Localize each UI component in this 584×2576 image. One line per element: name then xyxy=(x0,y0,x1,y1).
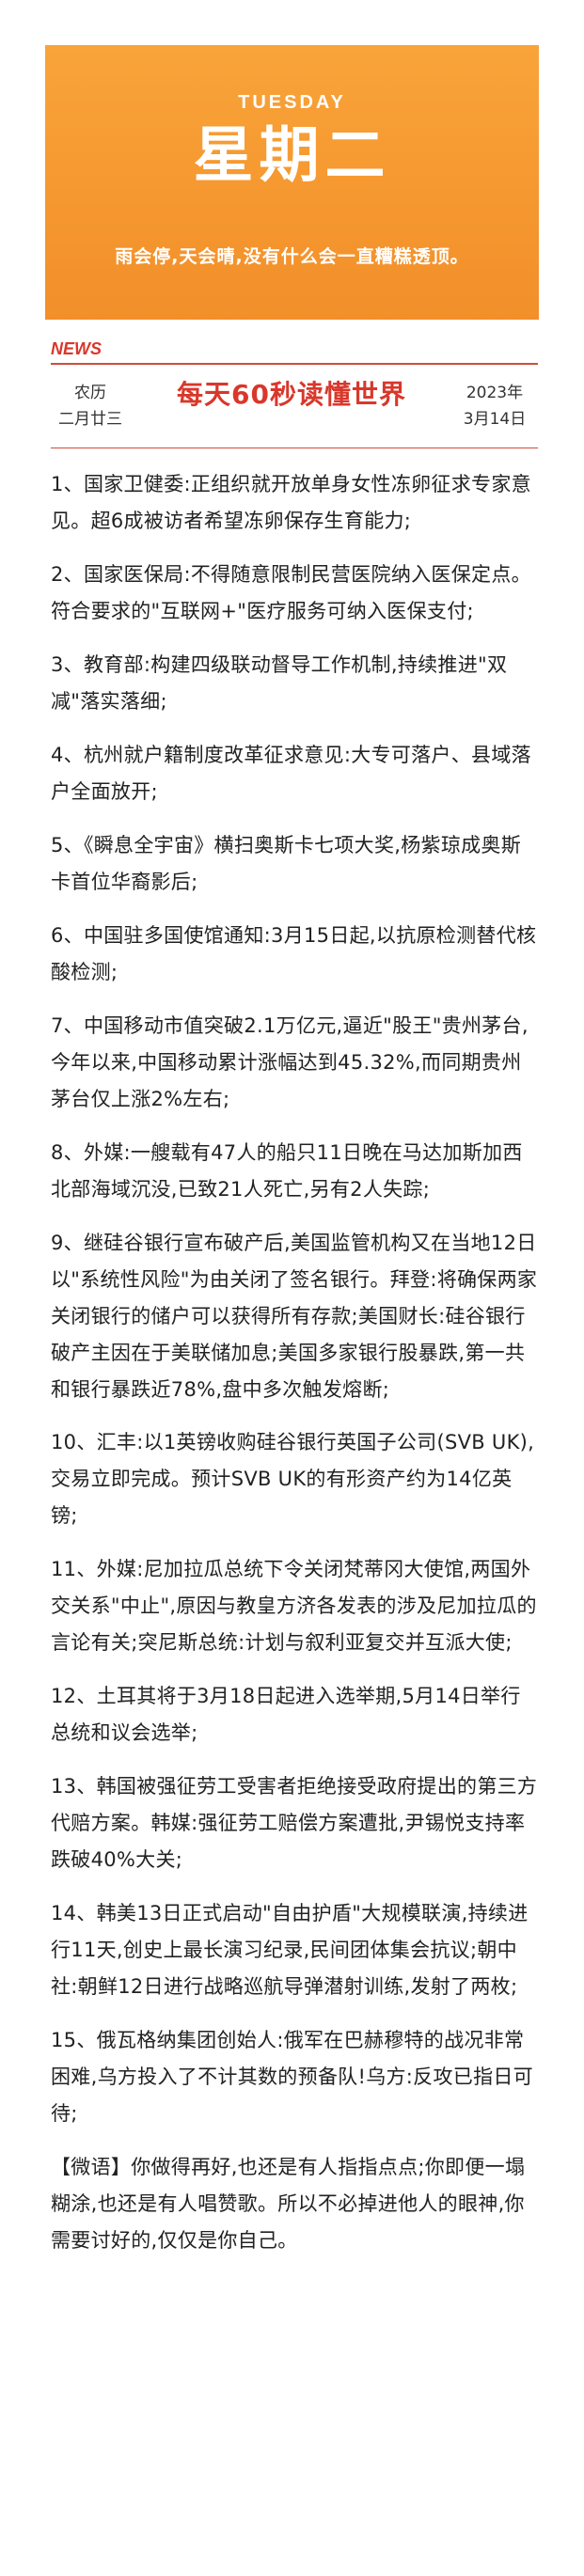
news-item: 4、杭州就户籍制度改革征求意见:大专可落户、县域落户全面放开; xyxy=(51,744,531,803)
news-item: 13、韩国被强征劳工受害者拒绝接受政府提出的第三方代赔方案。韩媒:强征劳工赔偿方… xyxy=(51,1775,538,1871)
gregorian-date: 2023年 3月14日 xyxy=(451,380,538,432)
motto: 雨会停,天会晴,没有什么会一直糟糕透顶。 xyxy=(115,246,469,267)
news-item: 2、国家医保局:不得随意限制民营医院纳入医保定点。符合要求的"互联网+"医疗服务… xyxy=(51,563,531,622)
news-item: 5、《瞬息全宇宙》横扫奥斯卡七项大奖,杨紫琼成奥斯卡首位华裔影后; xyxy=(51,834,522,893)
lunar-label: 农历 xyxy=(74,384,106,402)
news-item: 10、汇丰:以1英镑收购硅谷银行英国子公司(SVB UK),交易立即完成。预计S… xyxy=(51,1431,535,1527)
news-tag: NEWS xyxy=(51,339,102,358)
news-item: 6、中国驻多国使馆通知:3月15日起,以抗原检测替代核酸检测; xyxy=(51,924,537,983)
lunar-date: 农历 二月廿三 xyxy=(53,380,128,432)
news-item: 8、外媒:一艘载有47人的船只11日晚在马达加斯加西北部海域沉没,已致21人死亡… xyxy=(51,1141,523,1201)
masthead-title: 每天60秒读懂世界 xyxy=(177,379,406,410)
news-item: 7、中国移动市值突破2.1万亿元,逼近"股王"贵州茅台,今年以来,中国移动累计涨… xyxy=(51,1014,529,1110)
weekday-english: TUESDAY xyxy=(238,92,346,113)
news-list: 1、国家卫健委:正组织就开放单身女性冻卵征求专家意见。超6成被访者希望冻卵保存生… xyxy=(51,466,538,2276)
news-item: 12、土耳其将于3月18日起进入选举期,5月14日举行总统和议会选举; xyxy=(51,1685,521,1744)
hero-banner: TUESDAY 星期二 雨会停,天会晴,没有什么会一直糟糕透顶。 xyxy=(45,45,539,320)
news-item: 11、外媒:尼加拉瓜总统下令关闭梵蒂冈大使馆,两国外交关系"中止",原因与教皇方… xyxy=(51,1558,537,1654)
weekday-chinese: 星期二 xyxy=(193,121,391,191)
news-item: 15、俄瓦格纳集团创始人:俄军在巴赫穆特的战况非常困难,乌方投入了不计其数的预备… xyxy=(51,2029,533,2125)
news-item: 14、韩美13日正式启动"自由护盾"大规模联演,持续进行11天,创史上最长演习纪… xyxy=(51,1902,529,1998)
quote-item: 【微语】你做得再好,也还是有人指指点点;你即便一塌糊涂,也还是有人唱赞歌。所以不… xyxy=(51,2156,526,2252)
divider-top xyxy=(51,363,538,365)
news-item: 9、继硅谷银行宣布破产后,美国监管机构又在当地12日以"系统性风险"为由关闭了签… xyxy=(51,1232,538,1401)
news-item: 3、教育部:构建四级联动督导工作机制,持续推进"双减"落实落细; xyxy=(51,653,508,713)
news-item: 1、国家卫健委:正组织就开放单身女性冻卵征求专家意见。超6成被访者希望冻卵保存生… xyxy=(51,473,531,532)
year: 2023年 xyxy=(466,384,524,402)
month-day: 3月14日 xyxy=(463,410,527,429)
page: TUESDAY 星期二 雨会停,天会晴,没有什么会一直糟糕透顶。 NEWS 农历… xyxy=(0,0,584,2576)
lunar-day: 二月廿三 xyxy=(58,410,122,429)
